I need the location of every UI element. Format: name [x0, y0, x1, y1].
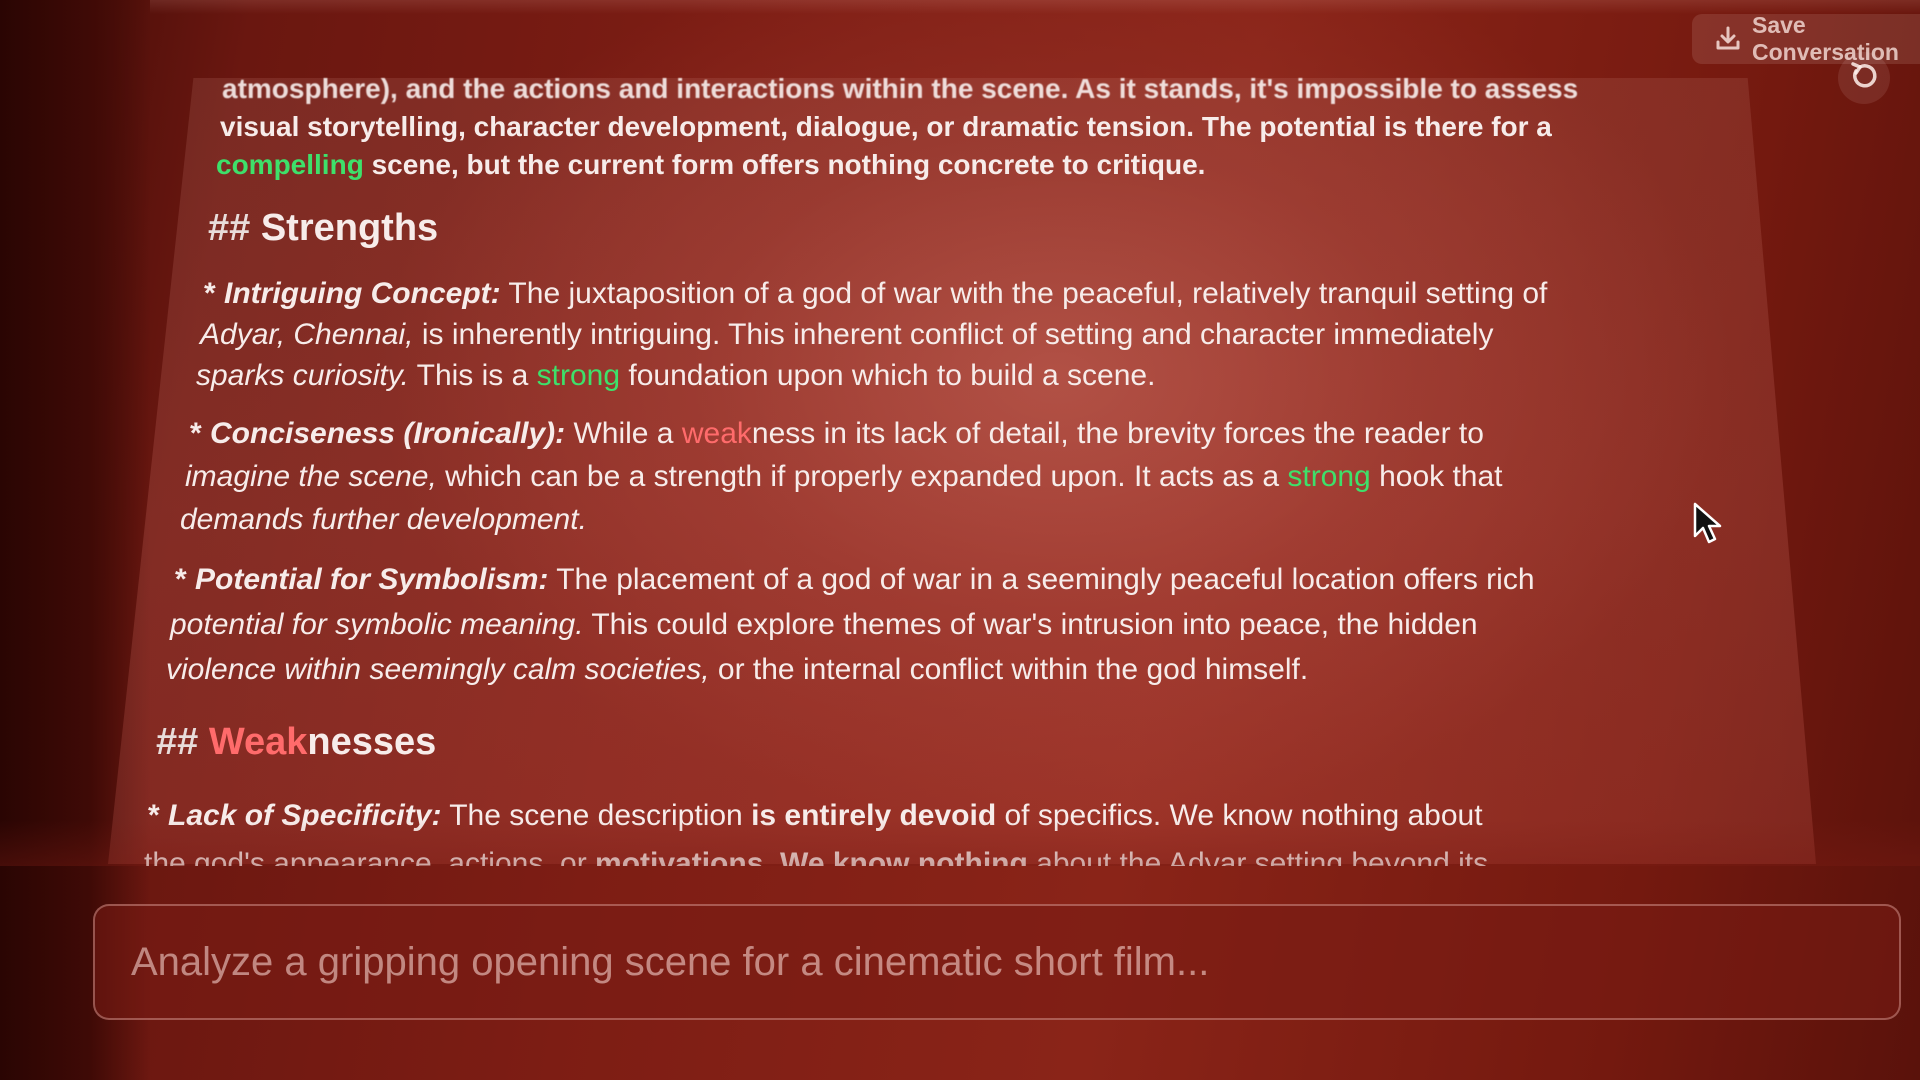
- highlight-positive: strong: [536, 359, 621, 392]
- strength-item-1-line-3: sparks curiosity. This is a strong found…: [196, 359, 1156, 392]
- intro-line-3: compelling scene, but the current form o…: [216, 149, 1206, 180]
- highlight-negative: Weak: [208, 721, 308, 763]
- strength-item-3-line-3: violence within seemingly calm societies…: [166, 653, 1309, 686]
- refresh-button[interactable]: [1838, 52, 1890, 104]
- highlight-positive: compelling: [216, 149, 364, 180]
- strength-item-2-line-1: * Conciseness (Ironically): While a weak…: [190, 417, 1484, 450]
- highlight-negative: weak: [681, 417, 752, 450]
- app-window: atmosphere), and the actions and interac…: [0, 0, 1920, 1080]
- strength-item-1-line-1: * Intriguing Concept: The juxtaposition …: [204, 277, 1548, 310]
- mouse-cursor-icon: [1692, 502, 1726, 546]
- intro-line-1: atmosphere), and the actions and interac…: [222, 73, 1579, 104]
- save-conversation-button[interactable]: Save Conversation: [1692, 12, 1920, 65]
- strength-item-3-line-2: potential for symbolic meaning. This cou…: [170, 608, 1478, 641]
- strengths-heading: ## Strengths: [208, 207, 439, 249]
- weaknesses-heading: ## Weaknesses: [156, 721, 437, 763]
- weakness-item-1-line-2: the god's appearance, actions, or motiva…: [144, 847, 1489, 866]
- download-icon: [1714, 24, 1742, 54]
- strength-item-3-line-1: * Potential for Symbolism: The placement…: [175, 563, 1535, 596]
- refresh-icon: [1847, 59, 1881, 98]
- weakness-item-1-line-1: * Lack of Specificity: The scene descrip…: [148, 799, 1483, 832]
- strength-item-label: Intriguing Concept:: [224, 277, 501, 310]
- strength-item-2-line-2: imagine the scene, which can be a streng…: [185, 460, 1503, 493]
- strength-item-label: Conciseness (Ironically):: [210, 417, 566, 450]
- weakness-item-label: Lack of Specificity:: [168, 799, 442, 832]
- save-conversation-label: Save Conversation: [1752, 12, 1899, 65]
- highlight-positive: strong: [1287, 460, 1371, 493]
- response-content: atmosphere), and the actions and interac…: [0, 0, 1920, 866]
- prompt-container: [93, 904, 1901, 1020]
- strength-item-2-line-3: demands further development.: [180, 503, 587, 536]
- prompt-input[interactable]: [129, 938, 1899, 986]
- intro-line-2: visual storytelling, character developme…: [220, 111, 1552, 142]
- strength-item-1-line-2: Adyar, Chennai, is inherently intriguing…: [200, 318, 1494, 351]
- strength-item-label: Potential for Symbolism:: [195, 563, 549, 596]
